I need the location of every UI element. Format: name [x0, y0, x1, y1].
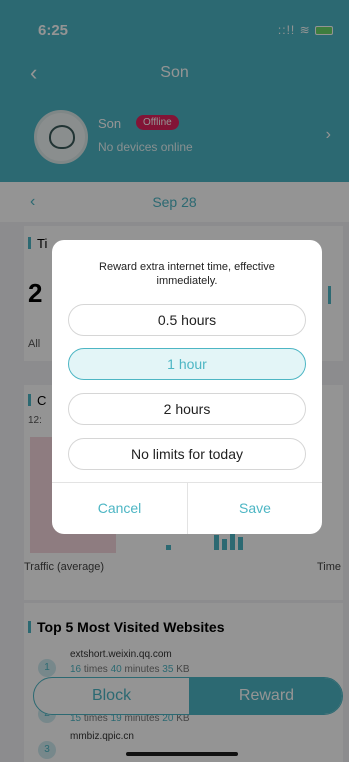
reward-dialog: Reward extra internet time, effective im…: [52, 240, 322, 534]
option-two-hours[interactable]: 2 hours: [68, 393, 306, 425]
save-button[interactable]: Save: [188, 483, 322, 534]
option-one-hour[interactable]: 1 hour: [68, 348, 306, 380]
option-no-limits[interactable]: No limits for today: [68, 438, 306, 470]
dialog-message: Reward extra internet time, effective im…: [99, 261, 275, 287]
option-half-hour[interactable]: 0.5 hours: [68, 304, 306, 336]
home-indicator: [126, 752, 238, 756]
cancel-button[interactable]: Cancel: [52, 483, 187, 534]
